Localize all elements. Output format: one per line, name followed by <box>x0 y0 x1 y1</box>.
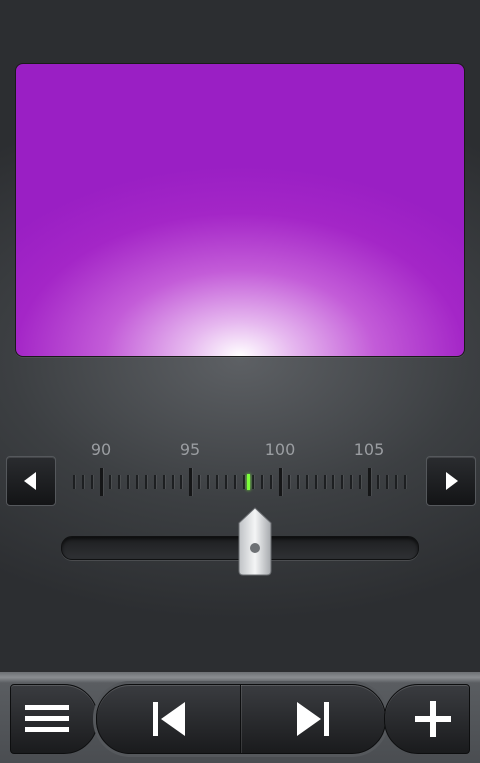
minor-tick <box>91 475 94 489</box>
minor-tick <box>234 475 237 489</box>
minor-tick <box>198 475 201 489</box>
minor-tick <box>82 475 85 489</box>
minor-tick <box>180 475 183 489</box>
minor-tick <box>341 475 344 489</box>
seek-previous-button[interactable] <box>97 685 241 753</box>
tune-up-button[interactable] <box>426 456 476 506</box>
major-tick <box>189 468 193 496</box>
minor-tick <box>144 475 147 489</box>
add-station-button[interactable] <box>384 684 470 754</box>
minor-tick <box>359 475 362 489</box>
menu-icon <box>25 705 69 732</box>
minor-tick <box>117 475 120 489</box>
minor-tick <box>126 475 129 489</box>
frequency-label-95: 95 <box>179 440 201 459</box>
minor-tick <box>403 475 406 489</box>
minor-tick <box>314 475 317 489</box>
minor-tick <box>386 475 389 489</box>
skip-previous-icon <box>153 702 185 736</box>
minor-tick <box>323 475 326 489</box>
minor-tick <box>153 475 156 489</box>
minor-tick <box>350 475 353 489</box>
minor-tick <box>171 475 174 489</box>
major-tick <box>278 468 282 496</box>
minor-tick <box>251 475 254 489</box>
plus-icon <box>415 701 451 737</box>
minor-tick <box>216 475 219 489</box>
menu-button[interactable] <box>10 684 98 754</box>
skip-next-icon <box>297 702 329 736</box>
frequency-label-90: 90 <box>90 440 112 459</box>
minor-tick <box>395 475 398 489</box>
minor-tick <box>162 475 165 489</box>
minor-tick <box>225 475 228 489</box>
frequency-label-105: 105 <box>353 440 385 459</box>
major-tick <box>100 468 103 496</box>
frequency-label-100: 100 <box>264 440 296 459</box>
minor-tick <box>108 475 111 489</box>
minor-tick <box>269 475 272 489</box>
minor-tick <box>207 475 210 489</box>
minor-tick <box>332 475 335 489</box>
seek-next-button[interactable] <box>241 685 385 753</box>
minor-tick <box>287 475 290 489</box>
minor-tick <box>243 475 246 489</box>
minor-tick <box>260 475 263 489</box>
minor-tick <box>296 475 299 489</box>
station-display <box>15 63 465 357</box>
minor-tick <box>305 475 308 489</box>
minor-tick <box>377 475 380 489</box>
chevron-left-icon <box>24 472 36 490</box>
major-tick <box>368 468 372 496</box>
chevron-right-icon <box>446 472 458 490</box>
tune-down-button[interactable] <box>6 456 56 506</box>
minor-tick <box>73 475 76 489</box>
seek-control-group <box>96 684 386 754</box>
volume-slider-thumb[interactable] <box>238 507 272 577</box>
minor-tick <box>135 475 138 489</box>
current-frequency-indicator <box>246 474 250 490</box>
